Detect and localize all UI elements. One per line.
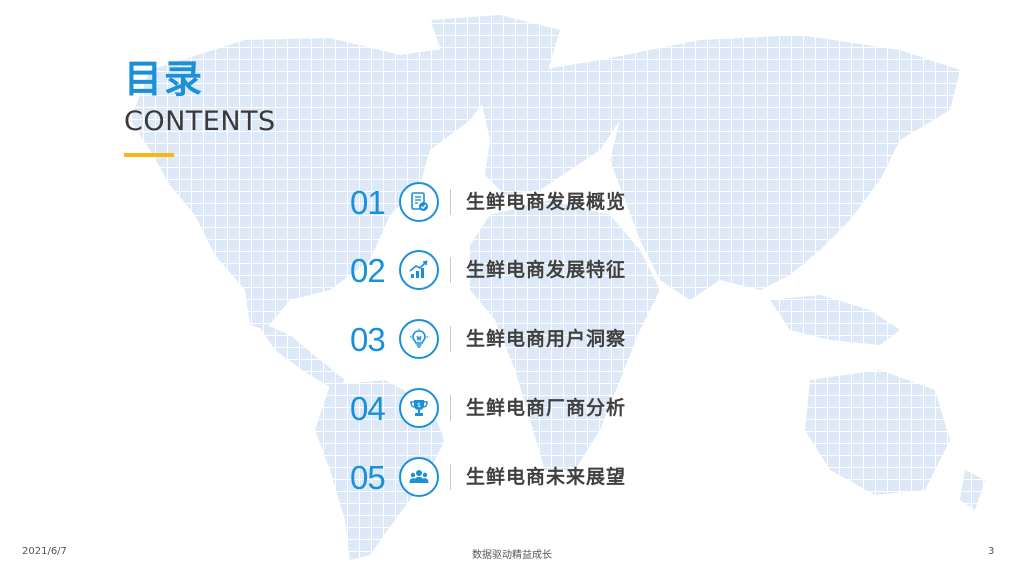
toc-label: 生鲜电商未来展望 bbox=[466, 466, 627, 488]
growth-chart-icon bbox=[399, 250, 439, 290]
page-title: 目录 bbox=[124, 57, 205, 101]
toc-separator bbox=[450, 257, 451, 283]
page-subtitle: CONTENTS bbox=[124, 106, 276, 137]
toc-number: 04 bbox=[350, 390, 386, 427]
toc-item-3[interactable]: 03 生鲜电商用户洞察 bbox=[350, 317, 680, 363]
toc-separator bbox=[450, 464, 451, 490]
toc-number: 01 bbox=[350, 184, 386, 221]
toc-separator bbox=[450, 189, 451, 215]
toc-item-2[interactable]: 02 生鲜电商发展特征 bbox=[350, 248, 680, 294]
toc-item-1[interactable]: 01 生鲜电商发展概览 bbox=[350, 180, 680, 226]
toc-label: 生鲜电商发展特征 bbox=[466, 259, 627, 281]
people-group-icon bbox=[399, 457, 439, 497]
footer-center-text: 数据驱动精益成长 bbox=[472, 550, 552, 561]
toc-separator bbox=[450, 326, 451, 352]
svg-text:$: $ bbox=[417, 402, 421, 409]
title-accent-bar bbox=[124, 153, 174, 157]
trophy-icon: $ bbox=[399, 388, 439, 428]
lightbulb-icon bbox=[399, 319, 439, 359]
toc-item-4[interactable]: 04 $ 生鲜电商厂商分析 bbox=[350, 386, 680, 432]
toc-label: 生鲜电商用户洞察 bbox=[466, 328, 627, 350]
toc-label: 生鲜电商厂商分析 bbox=[466, 397, 627, 419]
page-number: 3 bbox=[988, 546, 995, 557]
title-block: 目录 CONTENTS bbox=[124, 55, 276, 157]
toc-number: 02 bbox=[350, 252, 386, 289]
document-check-icon bbox=[399, 182, 439, 222]
toc-number: 03 bbox=[350, 321, 386, 358]
toc-number: 05 bbox=[350, 459, 386, 496]
toc-separator bbox=[450, 395, 451, 421]
toc-label: 生鲜电商发展概览 bbox=[466, 191, 627, 213]
toc-item-5[interactable]: 05 生鲜电商未来展望 bbox=[350, 455, 680, 501]
